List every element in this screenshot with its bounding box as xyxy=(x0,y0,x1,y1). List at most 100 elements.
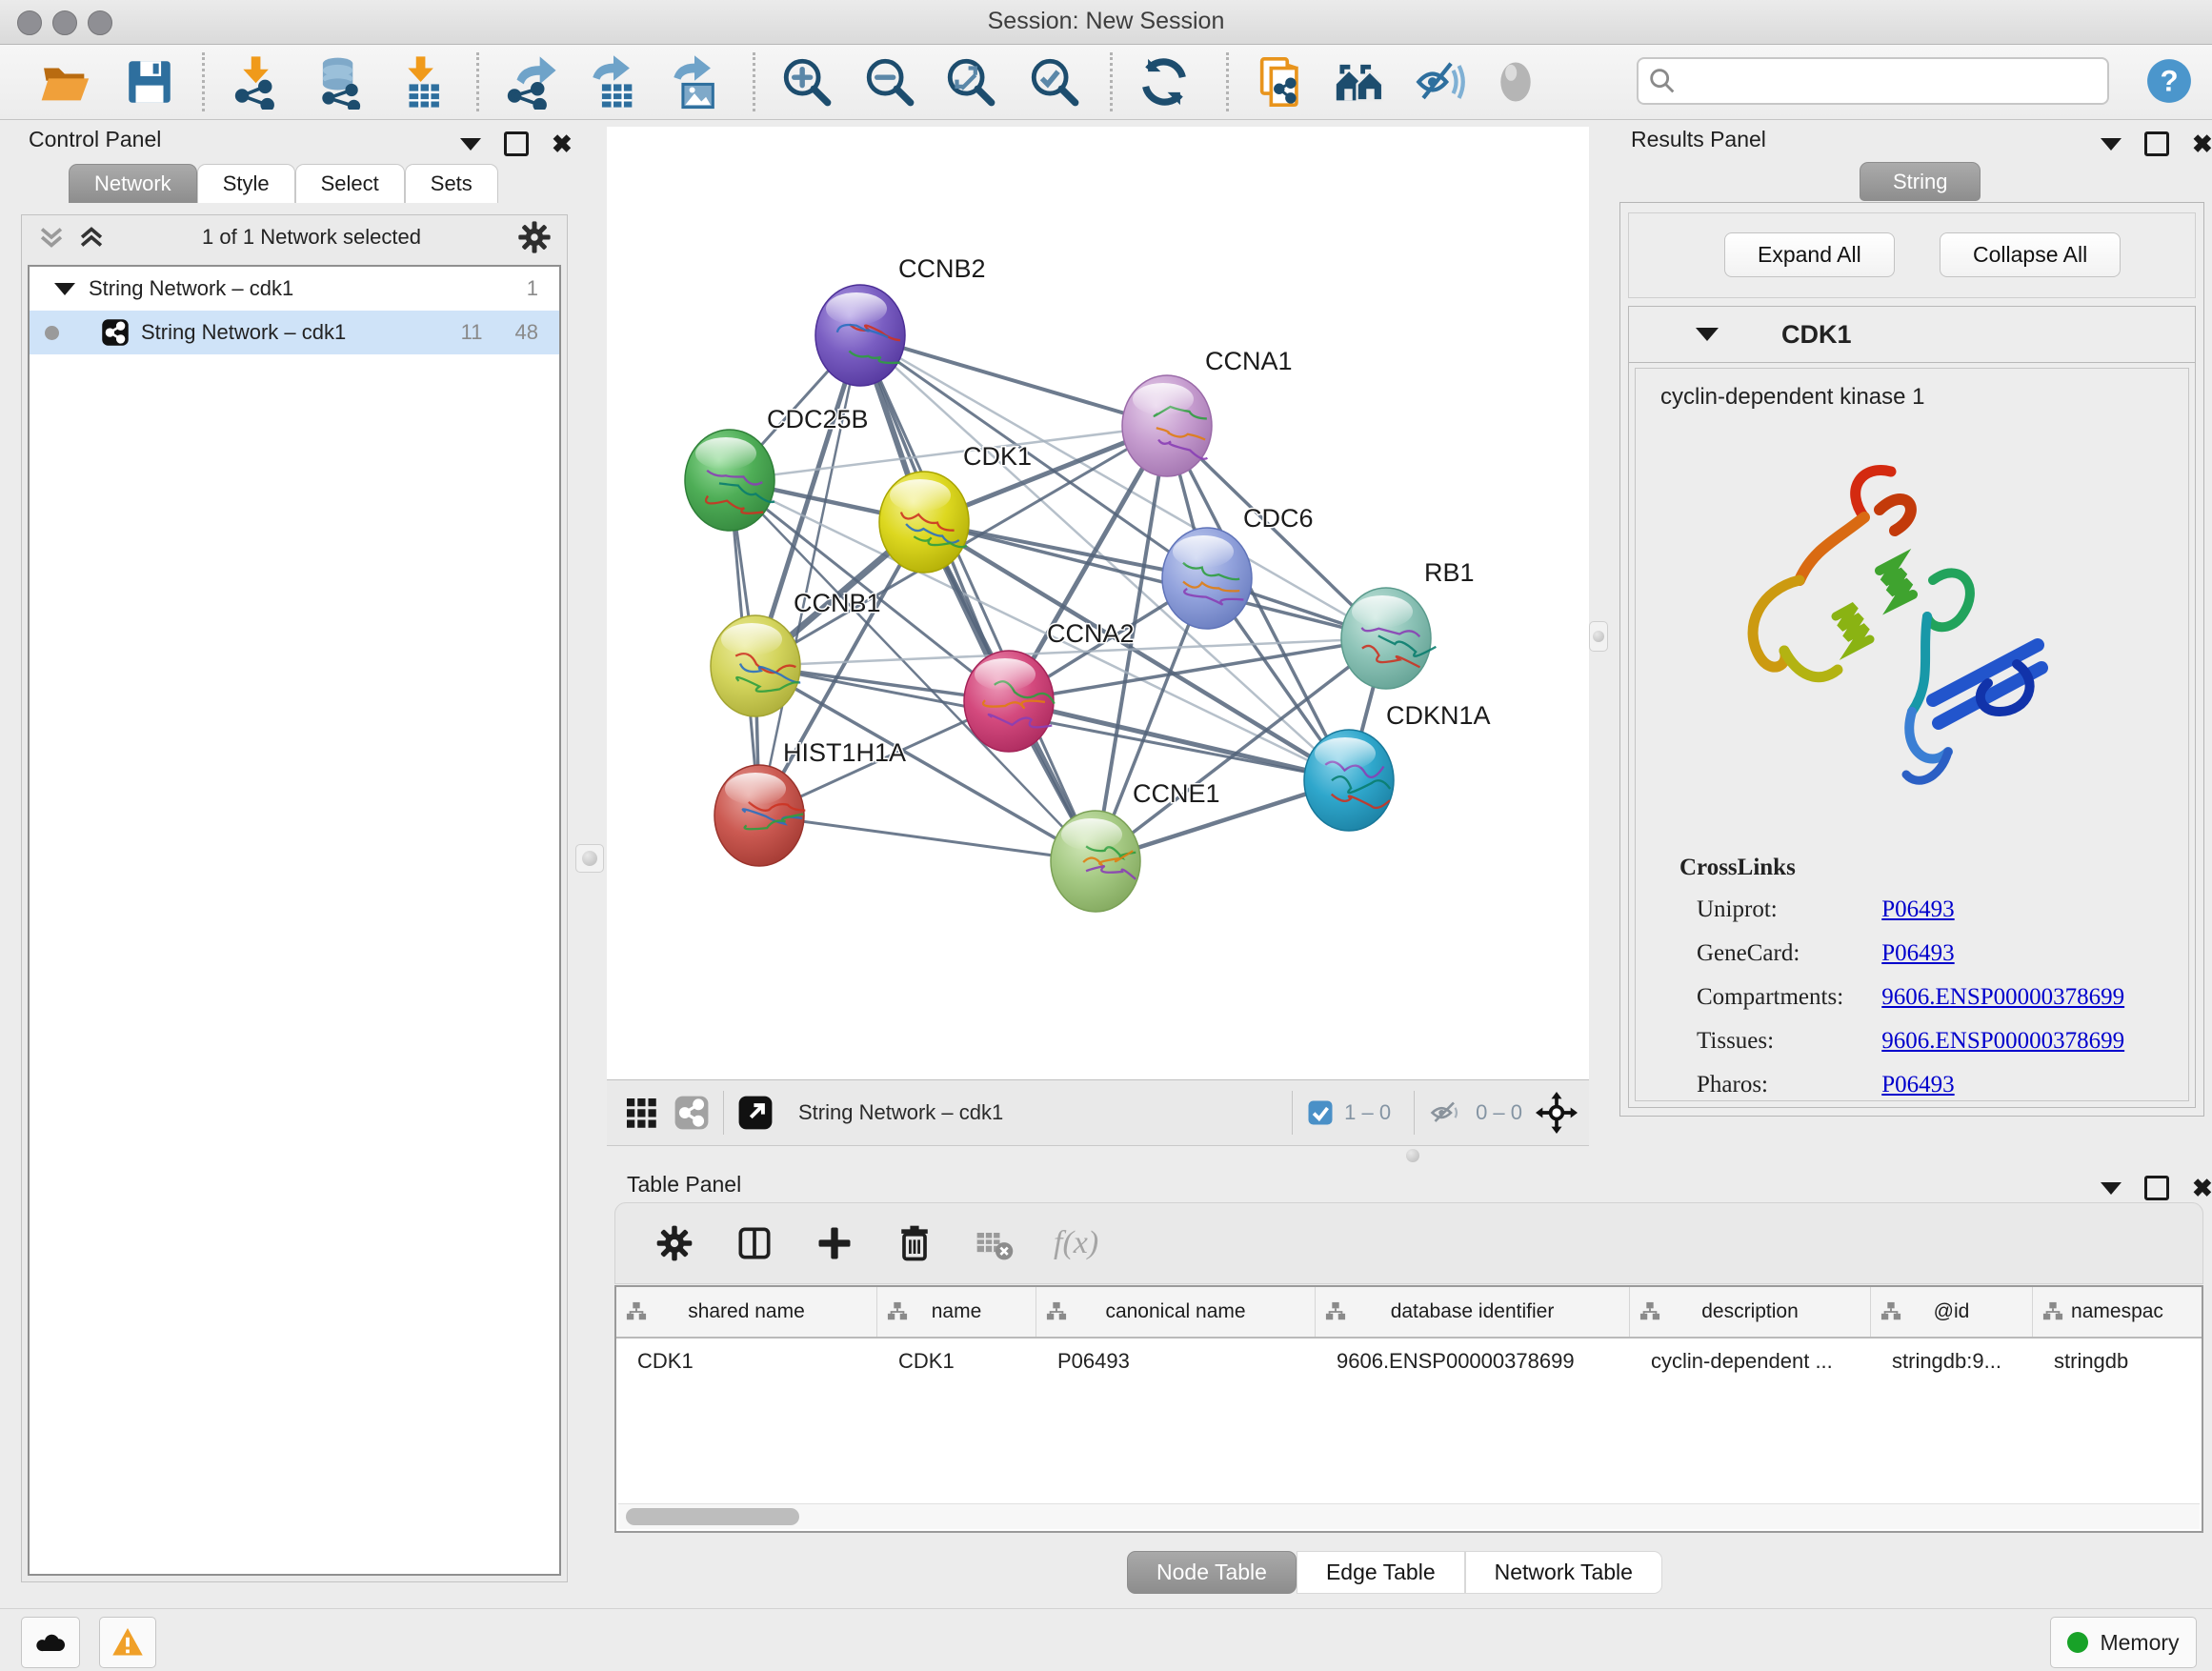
first-neighbors-icon[interactable] xyxy=(1332,54,1387,110)
network-node-ccne1[interactable]: CCNE1 xyxy=(1051,779,1220,912)
refresh-icon[interactable] xyxy=(1136,54,1192,110)
column-header-description[interactable]: description xyxy=(1630,1287,1871,1337)
cell-canonical-name[interactable]: P06493 xyxy=(1036,1349,1316,1374)
grid-view-icon[interactable] xyxy=(624,1096,658,1130)
panel-menu-icon[interactable] xyxy=(2101,138,2122,151)
gene-collapse-icon[interactable] xyxy=(1696,328,1719,341)
delete-column-icon[interactable] xyxy=(894,1222,935,1264)
panel-menu-icon[interactable] xyxy=(460,138,481,151)
crosslink-pharos-link[interactable]: P06493 xyxy=(1881,1072,1954,1097)
column-header-canonical-name[interactable]: canonical name xyxy=(1036,1287,1316,1337)
tab-network[interactable]: Network xyxy=(69,164,197,203)
network-node-rb1[interactable]: RB1 xyxy=(1341,558,1475,689)
cell-id[interactable]: stringdb:9... xyxy=(1871,1349,2033,1374)
tab-string[interactable]: String xyxy=(1860,162,1981,201)
column-header-name[interactable]: name xyxy=(877,1287,1036,1337)
gear-icon[interactable] xyxy=(515,218,553,256)
panel-close-icon[interactable]: ✖ xyxy=(2192,134,2212,153)
column-header-database-identifier[interactable]: database identifier xyxy=(1316,1287,1630,1337)
cell-namespace[interactable]: stringdb xyxy=(2033,1349,2202,1374)
tab-style[interactable]: Style xyxy=(197,164,295,203)
import-table-icon[interactable] xyxy=(395,54,451,110)
bottom-splitter-handle[interactable] xyxy=(1398,1147,1427,1163)
network-node-ccnb1[interactable]: CCNB1 xyxy=(711,589,881,716)
cell-description[interactable]: cyclin-dependent ... xyxy=(1630,1349,1871,1374)
column-header-shared-name[interactable]: shared name xyxy=(616,1287,877,1337)
panel-float-icon[interactable] xyxy=(504,131,529,156)
show-columns-icon[interactable] xyxy=(734,1222,775,1264)
hide-selected-icon[interactable] xyxy=(1412,54,1467,110)
expand-all-button[interactable]: Expand All xyxy=(1724,232,1895,277)
panel-menu-icon[interactable] xyxy=(2101,1182,2122,1195)
tab-network-table[interactable]: Network Table xyxy=(1465,1551,1662,1594)
network-canvas[interactable]: CCNB2CCNA1CDC25BCDK1CDC6RB1CCNB1CCNA2CDK… xyxy=(607,127,1589,1079)
tab-select[interactable]: Select xyxy=(295,164,405,203)
selected-nodes-checkbox-icon[interactable] xyxy=(1306,1098,1335,1127)
crosslink-compartments-link[interactable]: 9606.ENSP00000378699 xyxy=(1881,984,2124,1010)
tree-expand-icon[interactable] xyxy=(54,283,75,295)
warnings-button[interactable] xyxy=(99,1617,156,1668)
detach-view-icon[interactable] xyxy=(737,1095,774,1131)
right-splitter-handle[interactable] xyxy=(1589,621,1608,652)
search-input[interactable] xyxy=(1686,68,2107,94)
cell-shared-name[interactable]: CDK1 xyxy=(616,1349,877,1374)
column-header-namespace[interactable]: namespac xyxy=(2033,1287,2202,1337)
cloud-status-button[interactable] xyxy=(21,1617,80,1668)
gene-header-row[interactable]: CDK1 xyxy=(1629,307,2195,363)
collapse-all-icon[interactable] xyxy=(35,221,68,253)
string-view-icon[interactable] xyxy=(674,1095,710,1131)
collapse-all-button[interactable]: Collapse All xyxy=(1940,232,2121,277)
tab-node-table[interactable]: Node Table xyxy=(1127,1551,1297,1594)
node-gloss xyxy=(1315,737,1376,770)
export-network-icon[interactable] xyxy=(503,54,558,110)
help-icon[interactable]: ? xyxy=(2145,57,2193,105)
column-header-id[interactable]: @id xyxy=(1871,1287,2033,1337)
add-column-icon[interactable] xyxy=(814,1222,855,1264)
zoom-selected-icon[interactable] xyxy=(1027,54,1082,110)
cell-name[interactable]: CDK1 xyxy=(877,1349,1036,1374)
crosslink-genecard-link[interactable]: P06493 xyxy=(1881,940,1954,966)
network-node-ccna1[interactable]: CCNA1 xyxy=(1122,347,1293,476)
center-view-icon[interactable] xyxy=(1536,1092,1578,1134)
table-horizontal-scrollbar[interactable] xyxy=(618,1503,2200,1529)
panel-close-icon[interactable]: ✖ xyxy=(2192,1178,2212,1198)
import-database-icon[interactable] xyxy=(312,54,368,110)
network-edge[interactable] xyxy=(860,335,1096,861)
export-image-icon[interactable] xyxy=(667,54,722,110)
network-edge[interactable] xyxy=(1009,701,1349,780)
network-node-cdkn1a[interactable]: CDKN1A xyxy=(1304,701,1491,831)
network-edge[interactable] xyxy=(860,335,1167,426)
memory-button[interactable]: Memory xyxy=(2050,1617,2197,1668)
crosslink-label: Tissues: xyxy=(1697,1028,1876,1055)
import-network-icon[interactable] xyxy=(231,54,286,110)
network-node-hist1h1a[interactable]: HIST1H1A xyxy=(714,738,906,866)
network-from-selection-icon[interactable] xyxy=(1253,54,1308,110)
export-table-icon[interactable] xyxy=(586,54,641,110)
panel-float-icon[interactable] xyxy=(2144,131,2169,156)
network-item-label: String Network – cdk1 xyxy=(141,320,346,345)
zoom-out-icon[interactable] xyxy=(862,54,917,110)
panel-float-icon[interactable] xyxy=(2144,1176,2169,1200)
crosslink-tissues-link[interactable]: 9606.ENSP00000378699 xyxy=(1881,1028,2124,1054)
network-tree-child-row[interactable]: String Network – cdk1 11 48 xyxy=(30,311,559,354)
tab-edge-table[interactable]: Edge Table xyxy=(1297,1551,1465,1594)
panel-close-icon[interactable]: ✖ xyxy=(552,134,573,153)
cell-database-identifier[interactable]: 9606.ENSP00000378699 xyxy=(1316,1349,1630,1374)
save-session-icon[interactable] xyxy=(122,54,177,110)
network-edge[interactable] xyxy=(924,522,1386,638)
network-node-cdc25b[interactable]: CDC25B xyxy=(685,405,869,531)
network-edge[interactable] xyxy=(759,815,1096,861)
search-box[interactable] xyxy=(1637,57,2109,105)
table-settings-gear-icon[interactable] xyxy=(654,1222,695,1264)
network-tree-root-row[interactable]: String Network – cdk1 1 xyxy=(30,267,559,311)
zoom-in-icon[interactable] xyxy=(779,54,835,110)
zoom-fit-icon[interactable] xyxy=(943,54,998,110)
left-splitter-handle[interactable] xyxy=(575,844,604,873)
table-row[interactable]: CDK1 CDK1 P06493 9606.ENSP00000378699 cy… xyxy=(616,1339,2202,1384)
crosslink-uniprot-link[interactable]: P06493 xyxy=(1881,896,1954,922)
scrollbar-thumb[interactable] xyxy=(626,1508,799,1525)
tab-sets[interactable]: Sets xyxy=(405,164,498,203)
expand-all-icon[interactable] xyxy=(75,221,108,253)
show-all-icon[interactable] xyxy=(1488,54,1543,110)
open-session-icon[interactable] xyxy=(38,54,93,110)
